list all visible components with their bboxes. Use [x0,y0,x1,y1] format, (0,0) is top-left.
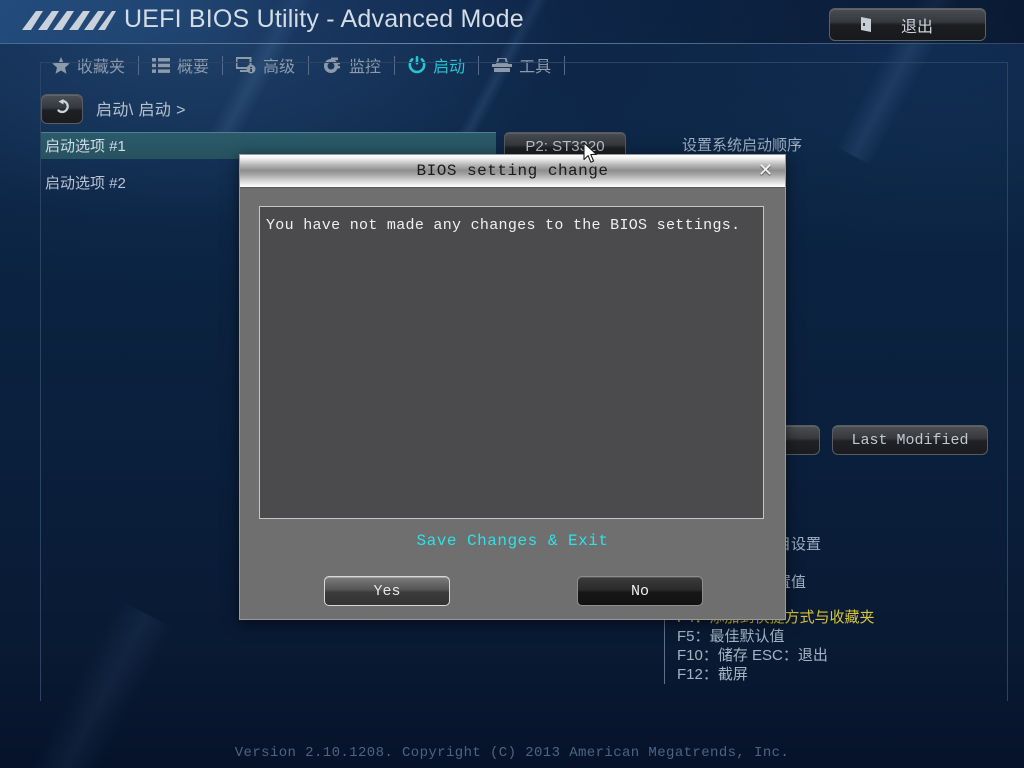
legend-line-f5: F5：最佳默认值 [677,628,785,645]
last-modified-button[interactable]: Last Modified [832,425,988,455]
star-icon [52,56,70,74]
toolbox-icon [492,57,513,73]
dialog-titlebar: BIOS setting change ✕ [240,155,785,188]
power-icon [408,56,426,74]
boot-option-label: 启动选项 #2 [45,175,126,192]
asus-logo-icon [20,7,116,35]
option-description: 设置系统启动顺序 [682,137,803,154]
bios-setting-change-dialog: BIOS setting change ✕ You have not made … [239,154,786,620]
nav-item-label: 概要 [177,59,210,76]
nav-item-label: 启动 [433,59,466,76]
main-navigation: 收藏夹 概要 高级 监控 启动 工具 [0,44,1024,86]
nav-divider [222,55,224,75]
nav-divider [478,55,480,75]
nav-divider [394,55,396,75]
nav-item-boot[interactable]: 启动 [408,44,465,86]
nav-divider [138,55,140,75]
nav-item-label: 收藏夹 [77,59,126,76]
exit-door-icon [860,16,875,33]
nav-item-label: 工具 [519,59,552,76]
page-title: UEFI BIOS Utility - Advanced Mode [124,5,524,33]
exit-button-label: 退出 [901,18,934,36]
boot-option-label: 启动选项 #1 [45,138,126,155]
nav-item-monitor[interactable]: 监控 [322,44,381,86]
nav-item-label: 监控 [349,59,382,76]
nav-divider [564,55,566,75]
fan-sensor-icon [322,57,342,74]
no-button[interactable]: No [577,576,703,606]
back-arrow-icon [54,99,71,119]
dialog-message: You have not made any changes to the BIO… [266,217,741,234]
nav-item-advanced[interactable]: 高级 [236,44,295,86]
list-icon [152,57,171,73]
background-streak [7,600,173,768]
nav-item-tool[interactable]: 工具 [492,44,551,86]
yes-button[interactable]: Yes [324,576,450,606]
nav-item-main[interactable]: 概要 [152,44,209,86]
header-bar: UEFI BIOS Utility - Advanced Mode 退出 [0,0,1024,44]
nav-divider [308,55,310,75]
nav-item-label: 高级 [263,59,296,76]
nav-item-favorites[interactable]: 收藏夹 [52,44,125,86]
exit-button[interactable]: 退出 [829,8,986,41]
legend-line-f12: F12：截屏 [677,666,748,683]
dialog-title: BIOS setting change [416,162,609,180]
dialog-message-panel: You have not made any changes to the BIO… [259,206,764,519]
version-footer: Version 2.10.1208. Copyright (C) 2013 Am… [234,745,790,761]
monitor-info-icon [236,56,256,74]
breadcrumb: 启动\ 启动 > [96,102,186,119]
save-changes-and-exit-link[interactable]: Save Changes & Exit [240,532,785,550]
legend-line-f10: F10：储存 ESC：退出 [677,647,828,664]
back-button[interactable] [41,94,83,124]
bios-screen: UEFI BIOS Utility - Advanced Mode 退出 收藏夹 [0,0,1024,768]
close-icon[interactable]: ✕ [756,161,775,180]
